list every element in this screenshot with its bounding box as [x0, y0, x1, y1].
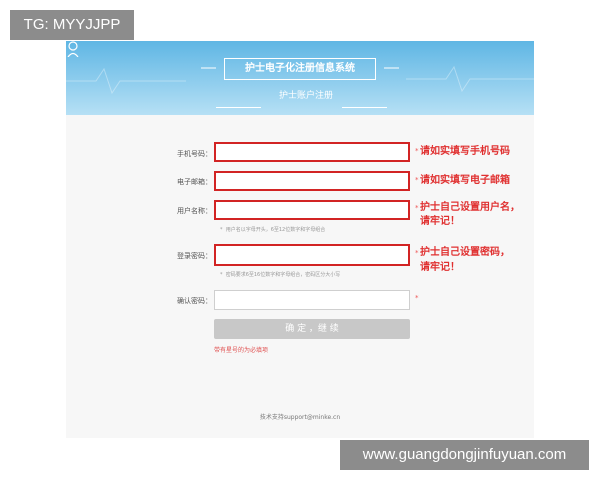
required-fields-note: 带有星号的为必填项 — [214, 347, 269, 354]
subtitle-line-right — [342, 107, 387, 108]
username-label: 用户名称： — [177, 207, 212, 215]
page-title: 护士电子化注册信息系统 — [224, 58, 376, 80]
username-hint-text: 用户名以字母开头，6至12位数字和字母组合 — [225, 227, 326, 233]
confirm-required-star: * — [415, 294, 419, 302]
email-required-star: * — [415, 176, 419, 184]
username-required-star: * — [415, 204, 419, 212]
username-annotation-line2: 请牢记！ — [420, 216, 460, 227]
watermark-top: TG: MYYJJPP — [10, 10, 134, 40]
username-hint: * 用户名以字母开头，6至12位数字和字母组合 — [220, 227, 326, 233]
tech-support-footer: 技术支持support@minke.cn — [259, 414, 341, 421]
watermark-bottom: www.guangdongjinfuyuan.com — [340, 440, 589, 470]
confirm-label: 确认密码： — [177, 297, 212, 305]
password-annotation-line1: 护士自己设置密码， — [420, 247, 510, 258]
password-hint: * 密码要求6至16位数字和字母组合，密码区分大小写 — [220, 272, 341, 278]
submit-button[interactable]: 确 定 ，继 续 — [214, 319, 410, 339]
header-banner: 护士电子化注册信息系统 护士账户注册 — [66, 41, 534, 115]
phone-input[interactable] — [214, 142, 410, 162]
page-subtitle: 护士账户注册 — [279, 91, 334, 101]
phone-required-star: * — [415, 147, 419, 155]
subtitle-line-left — [216, 107, 261, 108]
phone-annotation: 请如实填写手机号码 — [420, 146, 510, 157]
username-annotation-line1: 护士自己设置用户名， — [420, 202, 520, 213]
confirm-password-input[interactable] — [214, 290, 410, 310]
email-annotation: 请如实填写电子邮箱 — [420, 175, 510, 186]
email-label: 电子邮箱： — [177, 178, 212, 186]
username-input[interactable] — [214, 200, 410, 220]
password-annotation-line2: 请牢记！ — [420, 262, 460, 273]
password-required-star: * — [415, 249, 419, 257]
registration-frame: 护士电子化注册信息系统 护士账户注册 — [66, 41, 534, 438]
phone-label: 手机号码： — [177, 150, 212, 158]
email-input[interactable] — [214, 171, 410, 191]
password-hint-text: 密码要求6至16位数字和字母组合，密码区分大小写 — [225, 272, 341, 278]
password-label: 登录密码： — [177, 252, 212, 260]
password-input[interactable] — [214, 244, 410, 266]
nurse-icon — [67, 41, 79, 57]
